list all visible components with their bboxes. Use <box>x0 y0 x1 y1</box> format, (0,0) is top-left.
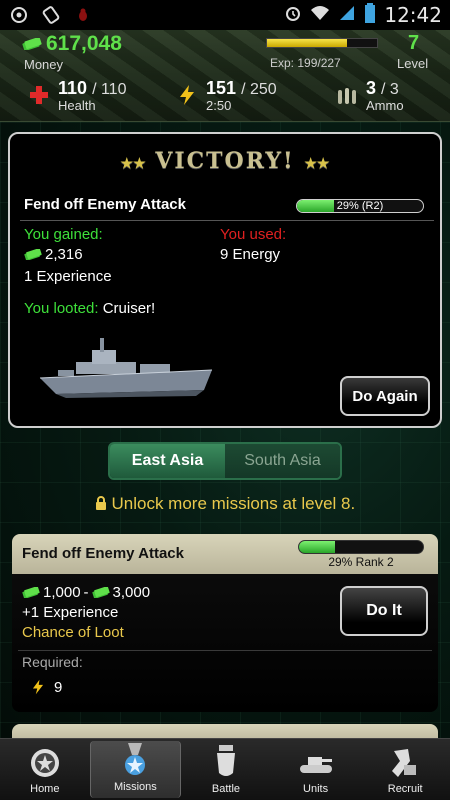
required-label: Required: <box>22 654 83 670</box>
mission-title: Fend off Enemy Attack <box>22 545 184 562</box>
cash-icon <box>22 38 42 50</box>
medal-icon <box>125 743 146 775</box>
divider <box>20 220 434 221</box>
level-label: Level <box>397 56 429 71</box>
victory-title: ★★ VICTORY! ★★ <box>120 148 330 174</box>
reward-experience: +1 Experience <box>22 604 119 621</box>
health-cross-icon <box>30 86 48 104</box>
mission-progress-bar <box>298 540 424 554</box>
looted-line: You looted: Cruiser! <box>24 300 156 317</box>
reward-money-range: 1,000 - 3,000 <box>22 584 150 601</box>
victory-panel: ★★ VICTORY! ★★ Fend off Enemy Attack 29%… <box>8 132 442 428</box>
player-stats-header: 617,048 Money Exp: 199/227 7 Level 110 /… <box>0 30 450 122</box>
home-star-icon <box>30 749 59 777</box>
region-tabs: East Asia South Asia <box>108 442 342 480</box>
lightning-icon <box>180 85 194 105</box>
gained-money: 2,316 <box>24 246 83 263</box>
experience-bar <box>266 38 378 48</box>
money-value: 617,048 <box>22 32 122 56</box>
mission-rank: 29% Rank 2 <box>328 555 394 569</box>
cruiser-ship-image <box>39 338 213 398</box>
gained-label: You gained: <box>24 226 103 243</box>
reward-loot: Chance of Loot <box>22 624 124 641</box>
mission-card-header: Fend off Enemy Attack 29% Rank 2 <box>12 534 438 574</box>
nav-recruit[interactable]: Recruit <box>360 739 450 800</box>
sync-icon <box>10 6 28 24</box>
tab-south-asia[interactable]: South Asia <box>225 444 340 478</box>
recruit-icon <box>392 749 417 777</box>
cash-icon <box>22 587 40 598</box>
bomb-icon <box>216 745 235 776</box>
status-bar: 12:42 <box>0 0 450 30</box>
stars-icon: ★★ <box>120 156 146 172</box>
cash-icon <box>24 249 42 260</box>
clock-time: 12:42 <box>384 3 442 27</box>
ammo-label: Ammo <box>366 98 404 113</box>
wifi-icon <box>310 5 330 26</box>
tank-icon <box>299 757 332 773</box>
experience-text: Exp: 199/227 <box>270 56 341 70</box>
stars-icon: ★★ <box>304 156 330 172</box>
ammo-bullets-icon <box>338 88 356 104</box>
gained-experience: 1 Experience <box>24 268 112 285</box>
victory-progress-bar: 29% (R2) <box>296 199 424 213</box>
nav-battle[interactable]: Battle <box>181 739 271 800</box>
do-again-button[interactable]: Do Again <box>340 376 430 416</box>
level-value: 7 <box>408 32 420 54</box>
do-it-button[interactable]: Do It <box>340 586 428 636</box>
health-label: Health <box>58 98 96 113</box>
alarm-icon <box>284 4 302 27</box>
signal-icon <box>338 4 356 27</box>
nav-missions[interactable]: Missions <box>89 741 182 798</box>
tab-east-asia[interactable]: East Asia <box>110 444 225 478</box>
victory-mission-name: Fend off Enemy Attack <box>24 196 186 213</box>
lightning-icon <box>32 679 44 695</box>
battery-icon <box>364 2 376 28</box>
used-label: You used: <box>220 226 287 243</box>
mission-card: Fend off Enemy Attack 29% Rank 2 1,000 -… <box>12 534 438 712</box>
nav-units[interactable]: Units <box>271 739 361 800</box>
mission-card-body: 1,000 - 3,000 +1 Experience Chance of Lo… <box>12 574 438 712</box>
money-label: Money <box>24 57 64 72</box>
bottom-nav: Home Missions Battle Units Recruit <box>0 738 450 800</box>
energy-timer: 2:50 <box>206 98 232 113</box>
bug-icon <box>74 6 92 24</box>
divider <box>18 650 432 651</box>
nav-home[interactable]: Home <box>0 739 90 800</box>
rotate-icon <box>42 6 60 24</box>
used-energy: 9 Energy <box>220 246 281 263</box>
lock-icon <box>95 496 106 510</box>
required-energy: 9 <box>30 678 62 696</box>
cash-icon <box>91 587 110 598</box>
unlock-notice: Unlock more missions at level 8. <box>0 494 450 514</box>
